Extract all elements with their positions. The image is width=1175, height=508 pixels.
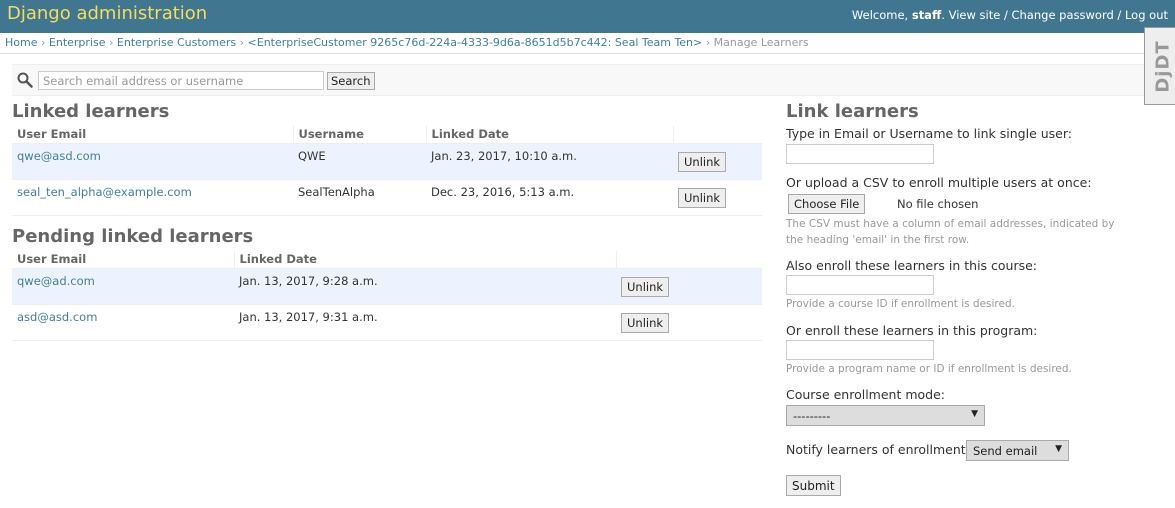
breadcrumb-separator: › [105, 36, 117, 49]
breadcrumb-separator: › [702, 36, 714, 49]
csv-upload-label: Or upload a CSV to enroll multiple users… [786, 175, 1092, 190]
course-label: Also enroll these learners in this cours… [786, 258, 1038, 273]
program-input[interactable] [786, 340, 934, 360]
program-label: Or enroll these learners in this program… [786, 323, 1038, 338]
single-user-label: Type in Email or Username to link single… [786, 126, 1072, 141]
separator: / [1000, 8, 1012, 22]
pending-email-link[interactable]: asd@asd.com [17, 310, 97, 324]
column-header-actions [672, 126, 762, 144]
notify-label: Notify learners of enrollment: [786, 442, 970, 457]
pending-learners-table: User Email Linked Date qwe@ad.com Jan. 1… [12, 251, 762, 341]
debug-toolbar-label: DjDT [1152, 40, 1174, 93]
column-header-linked-date[interactable]: Linked Date [425, 126, 673, 144]
table-row: seal_ten_alpha@example.com SealTenAlpha … [12, 179, 762, 216]
column-header-actions [615, 251, 762, 269]
dropdown-arrow-icon: ▼ [1055, 444, 1062, 454]
choose-file-button[interactable]: Choose File [788, 194, 866, 214]
breadcrumb-enterprise-customers[interactable]: Enterprise Customers [117, 36, 236, 49]
welcome-text: Welcome, [851, 8, 912, 22]
breadcrumb-enterprise[interactable]: Enterprise [49, 36, 106, 49]
separator: / [1113, 8, 1125, 22]
linked-date: Dec. 23, 2016, 5:13 a.m. [426, 179, 673, 216]
program-help-text: Provide a program name or ID if enrollme… [786, 363, 1072, 375]
search-button[interactable]: Search [327, 72, 375, 90]
table-row: qwe@asd.com QWE Jan. 23, 2017, 10:10 a.m… [12, 143, 762, 180]
pending-date: Jan. 13, 2017, 9:28 a.m. [234, 268, 616, 305]
enrollment-mode-label: Course enrollment mode: [786, 387, 946, 402]
breadcrumb-current: Manage Learners [713, 36, 809, 49]
table-row: asd@asd.com Jan. 13, 2017, 9:31 a.m. Unl… [12, 304, 762, 341]
view-site-link[interactable]: View site [949, 8, 1001, 22]
site-branding[interactable]: Django administration [7, 3, 207, 24]
course-id-input[interactable] [786, 275, 934, 295]
breadcrumb-customer[interactable]: <EnterpriseCustomer 9265c76d-224a-4333-9… [248, 36, 703, 49]
pending-email-link[interactable]: qwe@ad.com [17, 274, 95, 288]
notify-value: Send email [973, 444, 1038, 458]
notify-select[interactable]: Send email ▼ [966, 440, 1069, 461]
column-header-username[interactable]: Username [292, 126, 426, 144]
unlink-button[interactable]: Unlink [621, 312, 670, 333]
file-status: No file chosen [897, 197, 979, 211]
header: Django administration Welcome, staff. Vi… [0, 0, 1175, 33]
unlink-button[interactable]: Unlink [621, 276, 670, 297]
csv-help-text: The CSV must have a column of email addr… [786, 218, 1115, 246]
unlink-button[interactable]: Unlink [678, 151, 727, 172]
breadcrumb-separator: › [37, 36, 49, 49]
table-row: qwe@ad.com Jan. 13, 2017, 9:28 a.m. Unli… [12, 268, 762, 305]
enrollment-mode-value: --------- [793, 409, 831, 423]
linked-learners-table: User Email Username Linked Date qwe@asd.… [12, 126, 762, 216]
course-help-text: Provide a course ID if enrollment is des… [786, 298, 1015, 310]
breadcrumb: Home › Enterprise › Enterprise Customers… [0, 33, 1175, 54]
column-header-linked-date[interactable]: Linked Date [233, 251, 616, 269]
linked-date: Jan. 23, 2017, 10:10 a.m. [426, 143, 673, 180]
linked-learners-title: Linked learners [12, 101, 170, 122]
search-icon [17, 72, 33, 88]
learner-username: SealTenAlpha [293, 179, 426, 216]
unlink-button[interactable]: Unlink [678, 187, 727, 208]
log-out-link[interactable]: Log out [1125, 8, 1168, 22]
pending-learners-title: Pending linked learners [12, 226, 254, 247]
submit-button[interactable]: Submit [786, 475, 841, 496]
breadcrumb-home[interactable]: Home [5, 36, 37, 49]
separator: . [941, 8, 949, 22]
learner-email-link[interactable]: seal_ten_alpha@example.com [17, 185, 192, 199]
link-learners-title: Link learners [786, 101, 919, 122]
user-tools: Welcome, staff. View site / Change passw… [852, 8, 1168, 22]
column-header-email[interactable]: User Email [12, 126, 293, 144]
search-input[interactable] [38, 71, 324, 90]
single-user-input[interactable] [786, 144, 934, 164]
change-password-link[interactable]: Change password [1011, 8, 1113, 22]
column-header-email[interactable]: User Email [12, 251, 234, 269]
username: staff [911, 8, 942, 22]
learner-email-link[interactable]: qwe@asd.com [17, 149, 101, 163]
dropdown-arrow-icon: ▼ [971, 409, 978, 419]
pending-date: Jan. 13, 2017, 9:31 a.m. [234, 304, 616, 341]
enrollment-mode-select[interactable]: --------- ▼ [786, 405, 985, 426]
search-toolbar: Search [12, 64, 1175, 96]
breadcrumb-separator: › [236, 36, 248, 49]
learner-username: QWE [293, 143, 426, 180]
debug-toolbar-handle[interactable]: DjDT [1144, 27, 1175, 105]
